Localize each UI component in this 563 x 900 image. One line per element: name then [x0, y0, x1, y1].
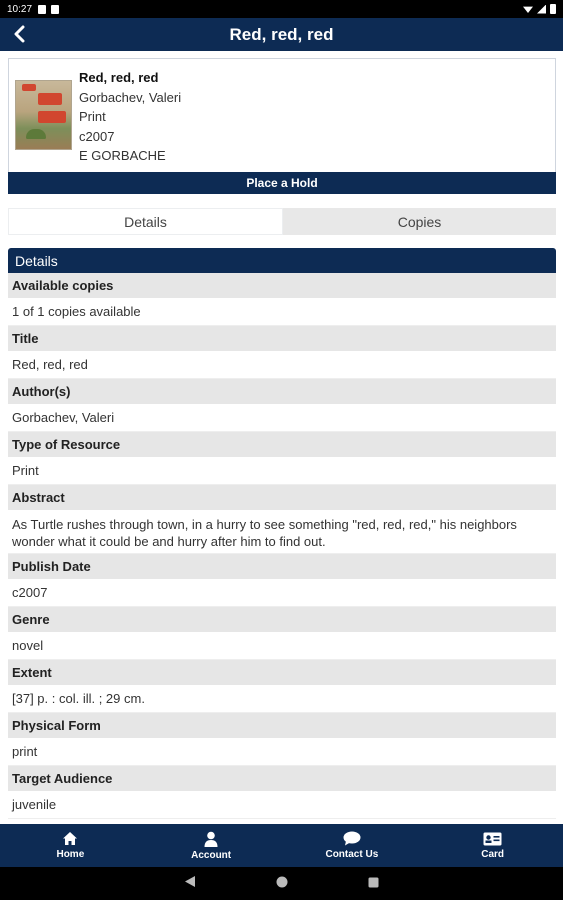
field-value-title: Red, red, red	[8, 352, 556, 379]
home-icon	[63, 832, 78, 845]
details-header: Details	[8, 248, 556, 273]
field-value-physical-form: print	[8, 739, 556, 766]
field-value-available-copies: 1 of 1 copies available	[8, 299, 556, 326]
field-label-title: Title	[8, 326, 556, 352]
field-value-abstract: As Turtle rushes through town, in a hurr…	[8, 511, 556, 554]
id-card-icon	[483, 832, 502, 845]
field-label-physical-form: Physical Form	[8, 713, 556, 739]
back-button[interactable]	[8, 23, 30, 45]
nav-contact-us[interactable]: Contact Us	[282, 824, 423, 867]
field-label-abstract: Abstract	[8, 485, 556, 511]
chat-bubble-icon	[343, 831, 361, 846]
notification-icon	[38, 4, 47, 14]
nav-home-label: Home	[56, 849, 85, 860]
field-label-target-audience: Target Audience	[8, 766, 556, 792]
nav-card[interactable]: Card	[422, 824, 563, 867]
status-bar: 10:27	[0, 0, 563, 18]
system-back-button[interactable]	[184, 875, 196, 893]
square-recents-icon	[368, 877, 379, 887]
notification-icon	[51, 4, 60, 14]
record-call-number: E GORBACHE	[79, 148, 166, 163]
field-value-authors: Gorbachev, Valeri	[8, 405, 556, 432]
record-format: Print	[79, 109, 106, 124]
page-title: Red, red, red	[229, 24, 334, 44]
signal-icon	[537, 4, 546, 14]
bottom-nav: Home Account Contact Us Card	[0, 824, 563, 867]
record-date: c2007	[79, 128, 115, 144]
field-value-type-of-resource: Print	[8, 458, 556, 485]
tab-copies[interactable]: Copies	[283, 208, 556, 235]
circle-home-icon	[276, 876, 288, 887]
field-label-type-of-resource: Type of Resource	[8, 432, 556, 458]
app-bar: Red, red, red	[0, 18, 563, 51]
record-info: Red, red, red Gorbachev, Valeri Print c2…	[79, 68, 181, 166]
nav-home[interactable]: Home	[0, 824, 141, 867]
place-hold-button[interactable]: Place a Hold	[8, 172, 556, 194]
status-time: 10:27	[7, 3, 33, 15]
field-label-available-copies: Available copies	[8, 273, 556, 299]
nav-account[interactable]: Account	[141, 824, 282, 867]
tab-bar: Details Copies	[8, 208, 556, 235]
details-panel: Details Available copies 1 of 1 copies a…	[8, 248, 556, 819]
field-value-extent: [37] p. : col. ill. ; 29 cm.	[8, 686, 556, 713]
system-navigation-bar	[0, 867, 563, 900]
book-cover	[15, 80, 72, 150]
nav-account-label: Account	[191, 849, 232, 861]
nav-card-label: Card	[481, 848, 505, 860]
tab-details[interactable]: Details	[8, 208, 283, 235]
nav-contact-us-label: Contact Us	[325, 849, 379, 860]
field-label-extent: Extent	[8, 660, 556, 686]
record-title: Red, red, red	[79, 70, 159, 85]
field-value-genre: novel	[8, 633, 556, 660]
battery-icon	[550, 4, 556, 14]
main-content[interactable]: Red, red, red Gorbachev, Valeri Print c2…	[0, 51, 563, 824]
record-author: Gorbachev, Valeri	[79, 89, 182, 105]
system-recents-button[interactable]	[368, 875, 379, 893]
wifi-icon	[523, 6, 533, 13]
triangle-back-icon	[185, 875, 195, 887]
field-value-publish-date: c2007	[8, 580, 556, 607]
field-label-authors: Author(s)	[8, 379, 556, 405]
chevron-left-icon	[14, 25, 25, 43]
field-label-publish-date: Publish Date	[8, 554, 556, 580]
system-home-button[interactable]	[276, 875, 288, 893]
field-label-genre: Genre	[8, 607, 556, 633]
person-icon	[204, 831, 218, 847]
field-value-target-audience: juvenile	[8, 792, 556, 819]
